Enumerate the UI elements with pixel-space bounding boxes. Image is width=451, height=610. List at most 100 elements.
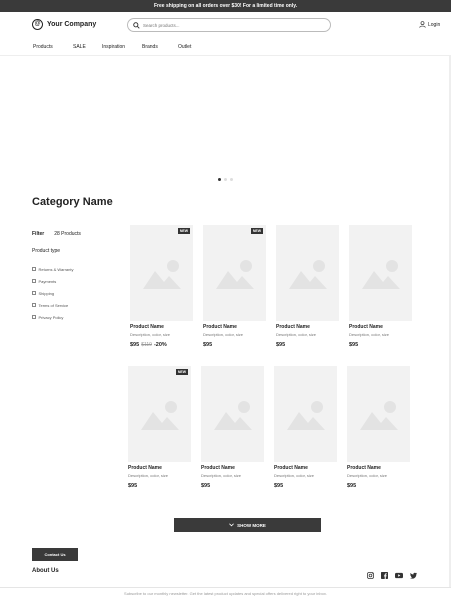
hero-banner[interactable] <box>0 56 451 187</box>
user-icon <box>419 21 426 28</box>
product-description: Description, color, size <box>347 473 388 478</box>
new-badge: NEW <box>250 228 263 234</box>
product-card[interactable]: Product Name Description, color, size $9… <box>276 225 339 348</box>
product-price: $95 <box>274 483 337 489</box>
product-price: $95 $119 -20% <box>130 342 193 348</box>
nav-brands[interactable]: Brands <box>142 44 178 50</box>
product-image[interactable] <box>347 366 410 462</box>
product-name[interactable]: Product Name <box>276 324 339 330</box>
current-price: $95 <box>130 342 140 348</box>
product-image[interactable]: NEW <box>130 225 193 321</box>
product-price: $95 <box>347 483 410 489</box>
current-price: $95 <box>203 342 213 348</box>
filter-option[interactable]: Shipping <box>32 287 73 299</box>
product-name[interactable]: Product Name <box>349 324 412 330</box>
newsletter-text: Subscribe to our monthly newsletter. Get… <box>124 591 327 596</box>
instagram-icon[interactable] <box>367 572 374 579</box>
filter-label[interactable]: Filter <box>32 231 44 237</box>
original-price: $119 <box>141 342 152 348</box>
product-card[interactable]: Product Name Description, color, size $9… <box>274 366 337 489</box>
filter-option-label: Shipping <box>38 290 55 296</box>
nav-sale[interactable]: SALE <box>73 44 102 50</box>
filter-option[interactable]: Privacy Policy <box>32 311 73 323</box>
footer-divider <box>0 587 451 588</box>
product-price: $95 <box>203 342 266 348</box>
product-description: Description, color, size <box>349 332 390 337</box>
filter-option-label: Privacy Policy <box>38 314 64 320</box>
product-image[interactable]: NEW <box>203 225 266 321</box>
product-name[interactable]: Product Name <box>201 465 264 471</box>
filter-option-label: Terms of Service <box>38 302 69 308</box>
product-image[interactable] <box>274 366 337 462</box>
chevron-down-icon <box>229 523 235 527</box>
image-placeholder-icon <box>362 260 400 289</box>
product-name[interactable]: Product Name <box>347 465 410 471</box>
checkbox[interactable] <box>32 291 36 295</box>
product-card[interactable]: Product Name Description, color, size $9… <box>347 366 410 489</box>
image-placeholder-icon <box>289 260 327 289</box>
product-price: $95 <box>201 483 264 489</box>
product-card[interactable]: NEW Product Name Description, color, siz… <box>128 366 191 489</box>
product-description: Description, color, size <box>130 332 171 337</box>
image-placeholder-icon <box>287 401 325 430</box>
login-link[interactable]: Login <box>419 21 440 28</box>
at-logo-icon: @ <box>32 19 43 30</box>
checkbox[interactable] <box>32 279 36 283</box>
new-badge: NEW <box>177 228 190 234</box>
filter-options: Returns & Warranty Payments Shipping Ter… <box>32 263 73 323</box>
carousel-dots <box>218 178 233 181</box>
product-name[interactable]: Product Name <box>203 324 266 330</box>
social-links <box>367 572 417 579</box>
filter-option[interactable]: Payments <box>32 275 73 287</box>
product-name[interactable]: Product Name <box>274 465 337 471</box>
product-description: Description, color, size <box>201 473 242 478</box>
category-title: Category Name <box>32 196 113 208</box>
current-price: $95 <box>347 483 357 489</box>
facebook-icon[interactable] <box>381 572 388 579</box>
checkbox[interactable] <box>32 315 36 319</box>
show-more-button[interactable]: SHOW MORE <box>174 518 321 532</box>
nav-outlet[interactable]: Outlet <box>178 44 191 50</box>
contact-us-label: Contact Us <box>44 552 66 557</box>
search-bar[interactable] <box>127 18 331 32</box>
logo[interactable]: @ Your Company <box>32 19 96 30</box>
image-placeholder-icon <box>214 401 252 430</box>
announcement-text: Free shipping on all orders over $30! Fo… <box>154 3 297 9</box>
product-card[interactable]: NEW Product Name Description, color, siz… <box>130 225 193 348</box>
filter-option[interactable]: Returns & Warranty <box>32 263 73 275</box>
twitter-icon[interactable] <box>410 572 417 579</box>
current-price: $95 <box>274 483 284 489</box>
filter-option[interactable]: Terms of Service <box>32 299 73 311</box>
search-input[interactable] <box>143 22 323 28</box>
carousel-dot-2[interactable] <box>224 178 227 181</box>
image-placeholder-icon <box>216 260 254 289</box>
product-name[interactable]: Product Name <box>130 324 193 330</box>
product-card[interactable]: NEW Product Name Description, color, siz… <box>203 225 266 348</box>
filter-option-label: Returns & Warranty <box>38 266 74 272</box>
product-card[interactable]: Product Name Description, color, size $9… <box>349 225 412 348</box>
search-icon <box>133 21 140 29</box>
product-price: $95 <box>276 342 339 348</box>
product-description: Description, color, size <box>128 473 169 478</box>
product-card[interactable]: Product Name Description, color, size $9… <box>201 366 264 489</box>
image-placeholder-icon <box>141 401 179 430</box>
nav-products[interactable]: Products <box>33 44 73 50</box>
carousel-dot-1[interactable] <box>218 178 221 181</box>
product-image[interactable] <box>276 225 339 321</box>
youtube-icon[interactable] <box>395 572 403 579</box>
nav-inspiration[interactable]: Inspiration <box>102 44 142 50</box>
about-us-link[interactable]: About Us <box>32 568 59 574</box>
current-price: $95 <box>128 483 138 489</box>
show-more-label: SHOW MORE <box>237 522 266 528</box>
image-placeholder-icon <box>143 260 181 289</box>
product-image[interactable]: NEW <box>128 366 191 462</box>
product-image[interactable] <box>349 225 412 321</box>
product-name[interactable]: Product Name <box>128 465 191 471</box>
product-image[interactable] <box>201 366 264 462</box>
contact-us-button[interactable]: Contact Us <box>32 548 78 561</box>
carousel-dot-3[interactable] <box>230 178 233 181</box>
product-description: Description, color, size <box>203 332 244 337</box>
checkbox[interactable] <box>32 267 36 271</box>
checkbox[interactable] <box>32 303 36 307</box>
company-name: Your Company <box>47 21 97 28</box>
